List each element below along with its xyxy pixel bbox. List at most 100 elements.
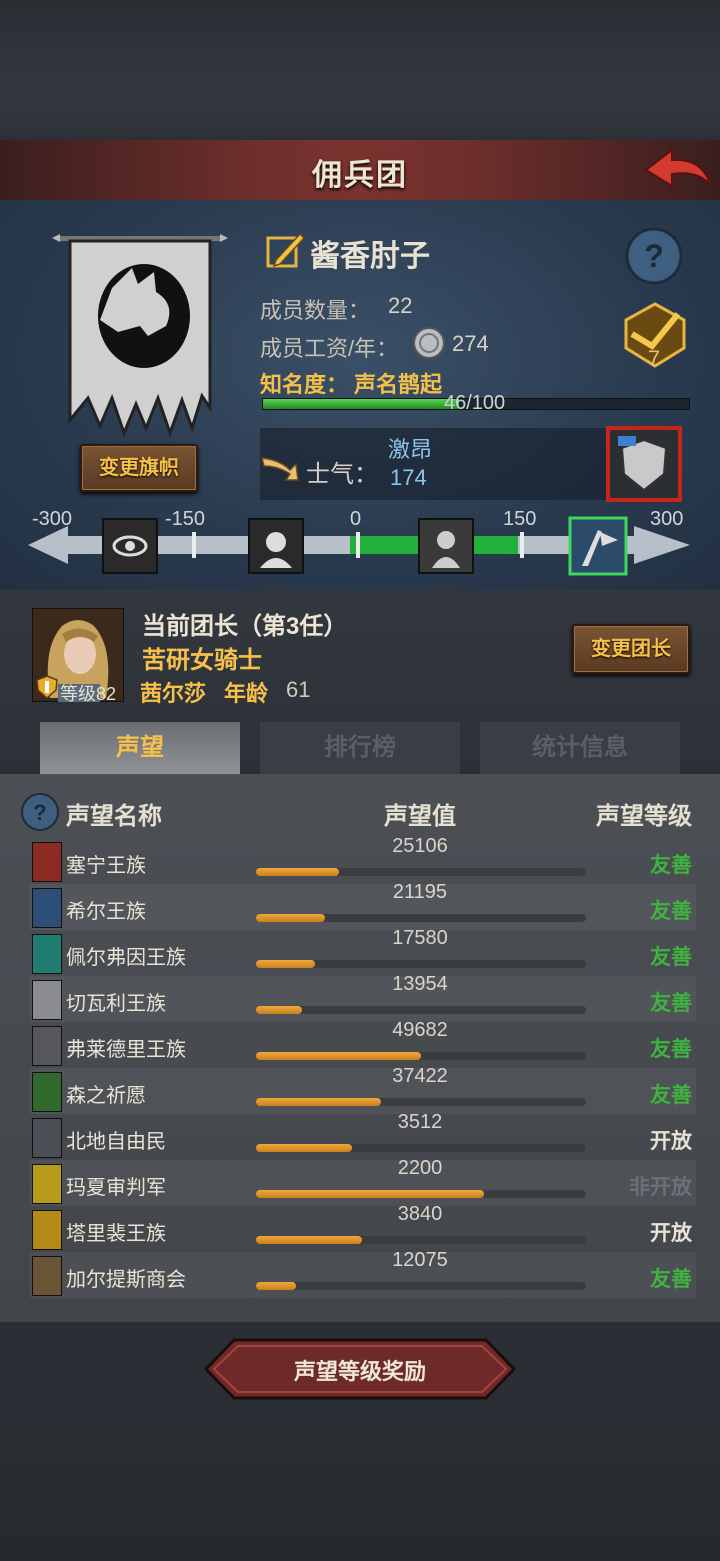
scale-tick (520, 532, 524, 558)
horn-icon (260, 450, 300, 484)
reputation-bar (256, 1190, 586, 1198)
leader-name: 茜尔莎 (140, 681, 207, 706)
reputation-bar (256, 1236, 586, 1244)
tab-statistics[interactable]: 统计信息 (480, 722, 680, 774)
reputation-row[interactable]: 弗莱德里王族 49682 友善 (30, 1019, 696, 1068)
leader-class: 苦研女骑士 (142, 647, 262, 674)
reputation-bar (256, 1006, 586, 1014)
reputation-level: 友善 (650, 900, 692, 923)
reputation-value: 13954 (392, 973, 448, 995)
reputation-row[interactable]: 佩尔弗因王族 17580 友善 (30, 927, 696, 976)
reputation-bar (256, 1052, 586, 1060)
reputation-level: 开放 (650, 1130, 692, 1153)
leader-level: 等级82 (60, 684, 117, 704)
tab-reputation[interactable]: 声望 (40, 722, 240, 774)
reputation-bar (256, 914, 586, 922)
reputation-bar (256, 1098, 586, 1106)
reputation-bar (256, 1144, 586, 1152)
edit-name-icon[interactable] (266, 230, 306, 270)
yellow-cross-crest-icon (32, 1164, 62, 1204)
reputation-value: 25106 (392, 835, 448, 857)
reputation-level: 友善 (650, 1268, 692, 1291)
salary-label: 成员工资/年： (260, 336, 399, 361)
reputation-value: 49682 (392, 1019, 448, 1041)
reputation-bar (256, 868, 586, 876)
reputation-value: 3512 (397, 1111, 443, 1133)
badge-count: 7 (647, 346, 661, 371)
reputation-help-icon[interactable]: ? (20, 792, 60, 832)
member-count-label: 成员数量： (260, 298, 371, 323)
reputation-value: 3840 (397, 1203, 443, 1225)
morale-state: 激昂 (388, 437, 433, 462)
scale-label: 0 (350, 508, 362, 530)
fame-label: 知名度： (260, 372, 349, 397)
morale-value: 174 (390, 465, 427, 490)
faction-name: 加尔提斯商会 (66, 1269, 186, 1291)
yellow-flame-crest-icon (32, 1210, 62, 1250)
faction-name: 玛夏审判军 (66, 1177, 166, 1199)
reputation-level: 友善 (650, 854, 692, 877)
morale-content-icon[interactable] (418, 518, 474, 574)
header-reputation-value: 声望值 (384, 803, 456, 830)
morale-inspired-icon[interactable] (568, 516, 628, 576)
header-reputation-name: 声望名称 (66, 803, 162, 830)
tab-ranking[interactable]: 排行榜 (260, 722, 460, 774)
scale-tick (356, 532, 360, 558)
faction-name: 希尔王族 (66, 901, 146, 923)
reputation-level: 开放 (650, 1222, 692, 1245)
leader-age-label: 年龄 (224, 681, 269, 706)
reputation-row[interactable]: 塔里裴王族 3840 开放 (30, 1203, 696, 1252)
fame-progress-text: 46/100 (444, 392, 506, 414)
white-scales-crest-icon (32, 980, 62, 1020)
silver-coin-icon (412, 326, 446, 360)
scale-tick (192, 532, 196, 558)
blue-knight-crest-icon (32, 888, 62, 928)
faction-name: 切瓦利王族 (66, 993, 166, 1015)
scale-label: 300 (650, 508, 684, 530)
member-count-value: 22 (388, 293, 413, 318)
reputation-value: 37422 (392, 1065, 448, 1087)
morale-despair-icon[interactable] (248, 518, 304, 574)
change-banner-button[interactable]: 变更旗帜 (80, 444, 198, 492)
reputation-value: 17580 (392, 927, 448, 949)
reputation-row[interactable]: 加尔提斯商会 12075 友善 (30, 1249, 696, 1298)
reputation-bar (256, 960, 586, 968)
change-leader-button[interactable]: 变更团长 (572, 624, 690, 674)
scale-label: -300 (32, 508, 73, 530)
chest-crest-icon (32, 1256, 62, 1296)
reputation-level: 非开放 (629, 1176, 692, 1199)
mercenary-banner (52, 228, 228, 438)
reputation-value: 2200 (397, 1157, 443, 1179)
morale-riot-icon[interactable] (102, 518, 158, 574)
reputation-level: 友善 (650, 1084, 692, 1107)
reputation-row[interactable]: 森之祈愿 37422 友善 (30, 1065, 696, 1114)
green-tree-crest-icon (32, 1072, 62, 1112)
page-title: 佣兵团 (312, 159, 408, 192)
scale-right-arrow-icon (634, 526, 690, 564)
bottom-background (0, 1420, 720, 1561)
reputation-level: 友善 (650, 1038, 692, 1061)
salary-value: 274 (452, 331, 489, 356)
faction-name: 北地自由民 (66, 1131, 166, 1153)
back-arrow-icon[interactable] (642, 144, 714, 194)
reputation-row[interactable]: 玛夏审判军 2200 非开放 (30, 1157, 696, 1206)
reputation-value: 21195 (392, 881, 448, 903)
morale-label: 士气： (306, 461, 378, 488)
red-dragon-crest-icon (32, 842, 62, 882)
reputation-row[interactable]: 塞宁王族 25106 友善 (30, 835, 696, 884)
leader-age: 61 (286, 677, 311, 702)
reputation-row[interactable]: 切瓦利王族 13954 友善 (30, 973, 696, 1022)
svg-text:?: ? (644, 238, 664, 274)
level-shield-icon (36, 675, 58, 700)
help-icon[interactable]: ? (624, 226, 684, 286)
grey-wolf-crest-icon (32, 1026, 62, 1066)
reputation-row[interactable]: 希尔王族 21195 友善 (30, 881, 696, 930)
reputation-row[interactable]: 北地自由民 3512 开放 (30, 1111, 696, 1160)
svg-text:?: ? (33, 800, 46, 825)
morale-shield-icon[interactable] (606, 426, 682, 502)
mercenary-name: 酱香肘子 (310, 240, 430, 273)
scale-label: -150 (165, 508, 206, 530)
reputation-reward-label: 声望等级奖励 (293, 1359, 426, 1384)
faction-name: 佩尔弗因王族 (66, 947, 186, 969)
reputation-value: 12075 (392, 1249, 448, 1271)
